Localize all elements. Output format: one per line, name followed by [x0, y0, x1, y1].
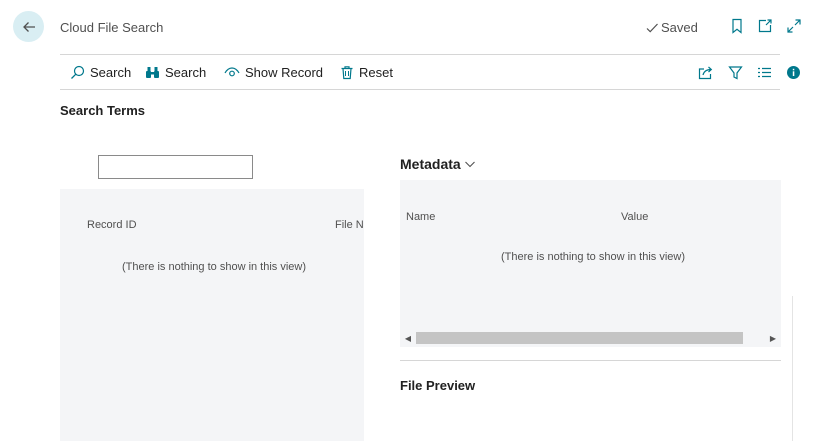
bookmark-icon: [732, 18, 742, 34]
back-button[interactable]: [13, 11, 44, 42]
empty-list-message: (There is nothing to show in this view): [122, 261, 307, 273]
file-preview-heading: File Preview: [400, 378, 476, 393]
metadata-heading[interactable]: Metadata: [400, 156, 476, 172]
reset-action-label: Reset: [359, 65, 393, 80]
reset-action[interactable]: Reset: [340, 65, 393, 80]
info-icon: [786, 65, 800, 79]
bookmark-button[interactable]: [729, 18, 745, 34]
share-button[interactable]: [697, 64, 713, 80]
binoculars-icon: [146, 67, 159, 78]
trash-icon: [341, 66, 353, 80]
find-action-label: Search: [165, 65, 207, 80]
check-icon: [646, 23, 658, 33]
column-header-name[interactable]: Name: [406, 211, 435, 223]
eye-icon: [224, 67, 240, 77]
filter-button[interactable]: [727, 64, 743, 80]
saved-status: Saved: [645, 20, 698, 35]
search-terms-heading: Search Terms: [60, 103, 146, 118]
horizontal-scrollbar[interactable]: ◀ ▶: [400, 331, 781, 345]
column-header-file-name[interactable]: File Na: [335, 219, 364, 231]
find-action[interactable]: Search: [145, 65, 206, 80]
scroll-right-arrow[interactable]: ▶: [765, 331, 781, 345]
scroll-thumb[interactable]: [416, 332, 743, 344]
expand-icon: [787, 19, 801, 33]
show-record-action[interactable]: Show Record: [224, 65, 323, 80]
expand-button[interactable]: [786, 18, 802, 34]
actionbar-divider: [60, 89, 780, 90]
saved-label: Saved: [661, 20, 698, 35]
show-record-action-label: Show Record: [245, 65, 324, 80]
filter-icon: [727, 65, 743, 79]
file-preview-divider: [400, 360, 781, 361]
open-new-window-button[interactable]: [757, 18, 773, 34]
open-new-window-icon: [758, 19, 772, 33]
info-button[interactable]: [785, 64, 801, 80]
list-view-button[interactable]: [756, 64, 772, 80]
page-title: Cloud File Search: [60, 20, 164, 35]
metadata-list: Name Value (There is nothing to show in …: [400, 180, 781, 347]
column-header-record-id[interactable]: Record ID: [87, 219, 137, 231]
metadata-heading-label: Metadata: [400, 156, 461, 172]
chevron-down-icon: [464, 161, 475, 168]
share-icon: [698, 66, 712, 79]
action-bar: Search Search Show Record Reset: [60, 56, 800, 89]
scroll-left-arrow[interactable]: ◀: [400, 331, 416, 345]
search-action[interactable]: Search: [70, 65, 131, 80]
back-arrow-icon: [22, 21, 35, 32]
list-view-icon: [757, 67, 771, 77]
scroll-track[interactable]: [416, 332, 765, 344]
search-results-list: Record ID File Na (There is nothing to s…: [60, 189, 364, 441]
header-divider: [60, 54, 780, 55]
search-action-label: Search: [90, 65, 132, 80]
panel-edge-divider: [792, 296, 793, 441]
search-terms-input[interactable]: [98, 155, 253, 179]
column-header-value[interactable]: Value: [621, 211, 648, 223]
metadata-empty-message: (There is nothing to show in this view): [501, 251, 686, 263]
search-icon: [71, 65, 85, 79]
